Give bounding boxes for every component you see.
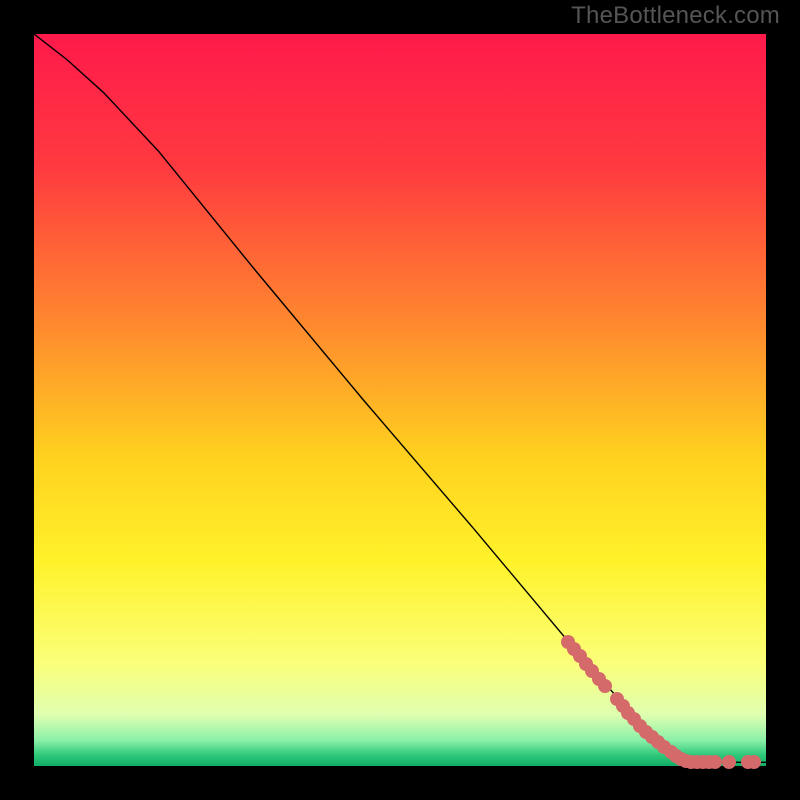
attribution-label: TheBottleneck.com bbox=[571, 2, 780, 30]
highlight-dot bbox=[747, 755, 761, 769]
chart-svg bbox=[34, 34, 766, 766]
highlight-dot bbox=[708, 755, 722, 769]
chart-frame: TheBottleneck.com bbox=[0, 0, 800, 800]
highlight-dot bbox=[598, 679, 612, 693]
plot-area bbox=[34, 34, 766, 766]
highlight-dot bbox=[722, 755, 736, 769]
gradient-rect bbox=[34, 34, 766, 766]
